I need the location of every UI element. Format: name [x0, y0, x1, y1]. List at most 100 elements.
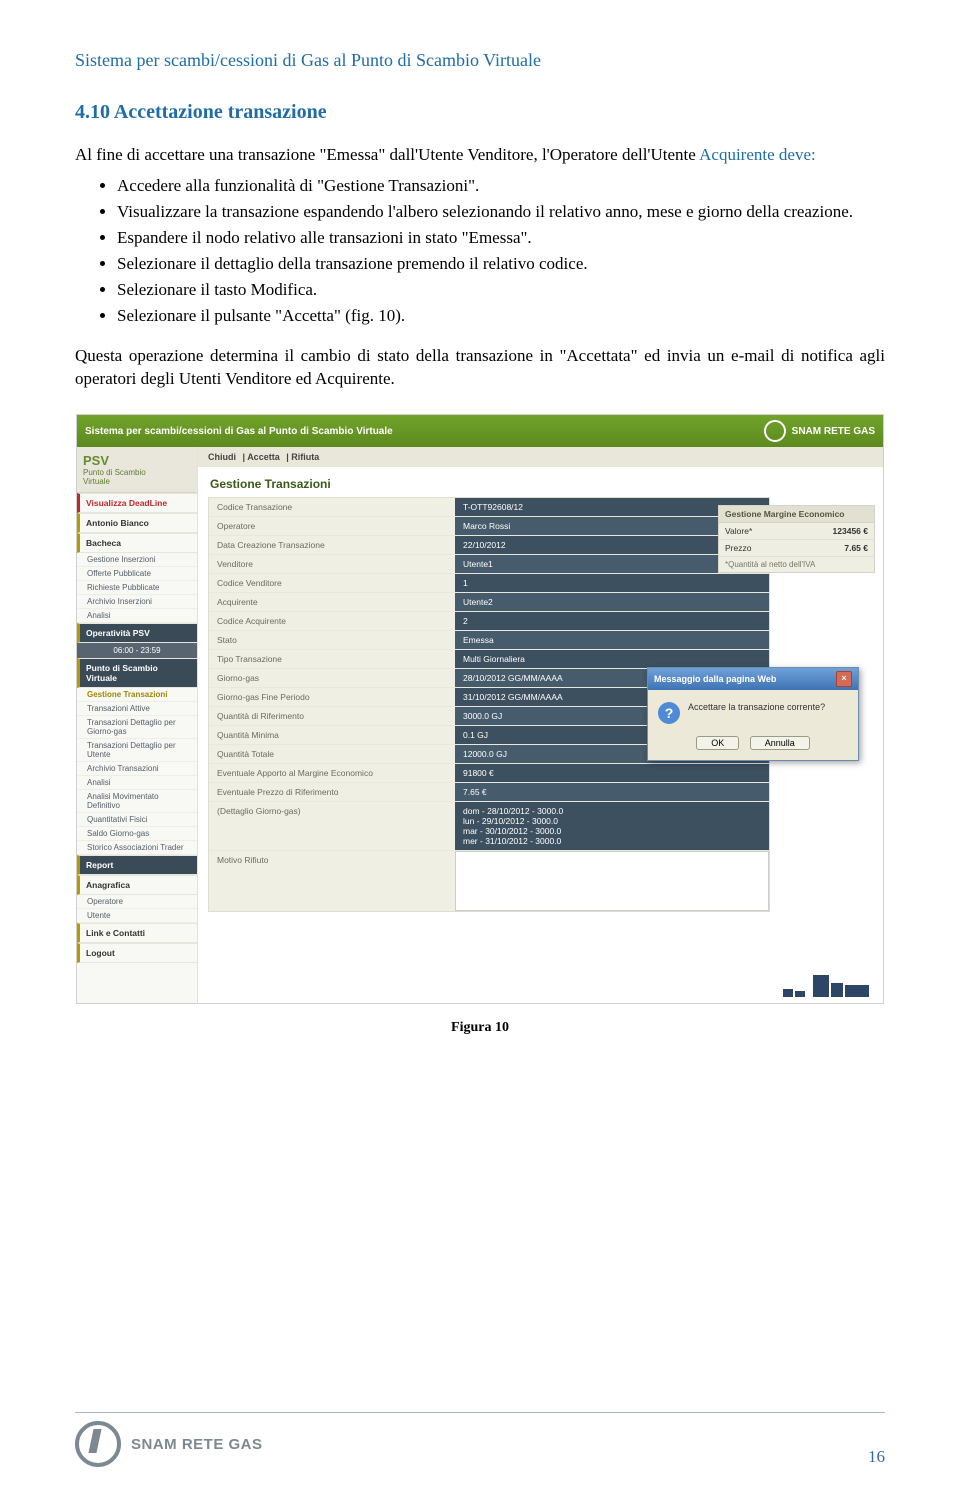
sidebar-item[interactable]: Analisi Movimentato Definitivo	[77, 790, 197, 813]
detail-key: Data Creazione Transazione	[209, 536, 455, 554]
list-item: Accedere alla funzionalità di "Gestione …	[117, 175, 885, 198]
sidebar-item[interactable]: Offerte Pubblicate	[77, 567, 197, 581]
intro-text-1: Al fine di accettare una transazione "Em…	[75, 145, 699, 164]
footer-logo-icon	[75, 1421, 121, 1467]
main-area: Chiudi | Accetta | Rifiuta Gestione Tran…	[198, 447, 883, 1003]
command-bar: Chiudi | Accetta | Rifiuta	[198, 447, 883, 467]
detail-value: Multi Giornaliera	[455, 650, 769, 668]
sidebar-op-time: 06:00 - 23:59	[77, 643, 197, 658]
sidebar-anagrafica[interactable]: Anagrafica	[77, 875, 197, 895]
psv-line1: Punto di Scambio	[83, 468, 146, 477]
sidebar: PSV Punto di Scambio Virtuale Visualizza…	[77, 447, 198, 1003]
sidebar-item[interactable]: Analisi	[77, 609, 197, 623]
sidebar-item[interactable]: Utente	[77, 909, 197, 923]
sidebar-item[interactable]: Transazioni Attive	[77, 702, 197, 716]
margine-economico-box: Gestione Margine Economico Valore*123456…	[718, 505, 875, 573]
margine-value: 123456 €	[833, 526, 868, 536]
sidebar-operativita: Operatività PSV	[77, 623, 197, 643]
page-footer: SNAM RETE GAS 16	[75, 1412, 885, 1467]
sidebar-item[interactable]: Saldo Giorno-gas	[77, 827, 197, 841]
doc-header: Sistema per scambi/cessioni di Gas al Pu…	[75, 50, 885, 71]
detail-key: Tipo Transazione	[209, 650, 455, 668]
sidebar-item[interactable]: Archivio Transazioni	[77, 762, 197, 776]
detail-key: Codice Transazione	[209, 498, 455, 516]
brand-block: SNAM RETE GAS	[764, 420, 875, 442]
detail-value: 1	[455, 574, 769, 592]
detail-key: Giorno-gas	[209, 669, 455, 687]
outro-paragraph: Questa operazione determina il cambio di…	[75, 345, 885, 391]
sidebar-item[interactable]: Quantitativi Fisici	[77, 813, 197, 827]
psv-line2: Virtuale	[83, 477, 110, 486]
detail-key: Codice Venditore	[209, 574, 455, 592]
margine-footnote: *Quantità al netto dell'IVA	[719, 557, 874, 572]
app-topbar: Sistema per scambi/cessioni di Gas al Pu…	[77, 415, 883, 447]
detail-value: Emessa	[455, 631, 769, 649]
detail-value: Utente2	[455, 593, 769, 611]
detail-key: Eventuale Prezzo di Riferimento	[209, 783, 455, 801]
sidebar-deadline[interactable]: Visualizza DeadLine	[77, 493, 197, 513]
intro-paragraph: Al fine di accettare una transazione "Em…	[75, 144, 885, 167]
section-heading: 4.10 Accettazione transazione	[75, 101, 885, 124]
sidebar-item[interactable]: Storico Associazioni Trader	[77, 841, 197, 855]
motivo-rifiuto-input[interactable]	[455, 851, 769, 911]
brand-logo-icon	[764, 420, 786, 442]
sidebar-report[interactable]: Report	[77, 855, 197, 875]
margine-key: Prezzo	[725, 543, 751, 553]
list-item: Selezionare il tasto Modifica.	[117, 279, 885, 302]
sidebar-bacheca[interactable]: Bacheca	[77, 533, 197, 553]
list-item: Selezionare il dettaglio della transazio…	[117, 253, 885, 276]
list-item: Espandere il nodo relativo alle transazi…	[117, 227, 885, 250]
sidebar-item[interactable]: Operatore	[77, 895, 197, 909]
detail-value: 7.65 €	[455, 783, 769, 801]
app-title: Sistema per scambi/cessioni di Gas al Pu…	[85, 426, 393, 437]
procedure-list: Accedere alla funzionalità di "Gestione …	[75, 175, 885, 328]
dialog-text: Accettare la transazione corrente?	[688, 702, 825, 712]
cancel-button[interactable]: Annulla	[750, 736, 810, 750]
sidebar-item[interactable]: Gestione Inserzioni	[77, 553, 197, 567]
detail-value: 2	[455, 612, 769, 630]
margine-value: 7.65 €	[844, 543, 868, 553]
psv-badge: PSV Punto di Scambio Virtuale	[77, 447, 197, 493]
confirm-dialog: Messaggio dalla pagina Web × ? Accettare…	[647, 667, 859, 761]
close-icon[interactable]: ×	[836, 671, 852, 687]
detail-key: Giorno-gas Fine Periodo	[209, 688, 455, 706]
sidebar-item[interactable]: Analisi	[77, 776, 197, 790]
figure-caption: Figura 10	[75, 1020, 885, 1036]
question-icon: ?	[658, 702, 680, 724]
section-number: 4.10	[75, 101, 110, 123]
rifiuta-button[interactable]: Rifiuta	[291, 452, 319, 462]
sidebar-item[interactable]: Richieste Pubblicate	[77, 581, 197, 595]
figure-screenshot: Sistema per scambi/cessioni di Gas al Pu…	[75, 414, 885, 1036]
list-item: Visualizzare la transazione espandendo l…	[117, 201, 885, 224]
dialog-title: Messaggio dalla pagina Web	[654, 674, 776, 684]
sidebar-item[interactable]: Transazioni Dettaglio per Utente	[77, 739, 197, 762]
list-item: Selezionare il pulsante "Accetta" (fig. …	[117, 305, 885, 328]
detail-key: Quantità di Riferimento	[209, 707, 455, 725]
detail-key: Acquirente	[209, 593, 455, 611]
sidebar-psv-header: Punto di Scambio Virtuale	[77, 658, 197, 688]
chiudi-button[interactable]: Chiudi	[208, 452, 236, 462]
detail-value: dom - 28/10/2012 - 3000.0 lun - 29/10/20…	[455, 802, 769, 850]
sidebar-item[interactable]: Archivio Inserzioni	[77, 595, 197, 609]
sidebar-links[interactable]: Link e Contatti	[77, 923, 197, 943]
detail-key: Venditore	[209, 555, 455, 573]
intro-link-text: Acquirente deve:	[699, 145, 816, 164]
detail-key: Codice Acquirente	[209, 612, 455, 630]
detail-key: Quantità Totale	[209, 745, 455, 763]
page-number: 16	[868, 1447, 885, 1467]
detail-key: Stato	[209, 631, 455, 649]
ok-button[interactable]: OK	[696, 736, 739, 750]
accetta-button[interactable]: Accetta	[247, 452, 280, 462]
brand-name: SNAM RETE GAS	[792, 426, 875, 437]
sidebar-item[interactable]: Transazioni Dettaglio per Giorno-gas	[77, 716, 197, 739]
detail-key: Operatore	[209, 517, 455, 535]
detail-value: 91800 €	[455, 764, 769, 782]
footer-brand: SNAM RETE GAS	[75, 1421, 263, 1467]
sidebar-logout[interactable]: Logout	[77, 943, 197, 963]
detail-key: (Dettaglio Giorno-gas)	[209, 802, 455, 850]
margine-title: Gestione Margine Economico	[719, 506, 874, 523]
sidebar-item-gestione-transazioni[interactable]: Gestione Transazioni	[77, 688, 197, 702]
decorative-building-icon	[783, 969, 873, 997]
detail-key: Eventuale Apporto al Margine Economico	[209, 764, 455, 782]
psv-abbr: PSV	[83, 453, 109, 468]
